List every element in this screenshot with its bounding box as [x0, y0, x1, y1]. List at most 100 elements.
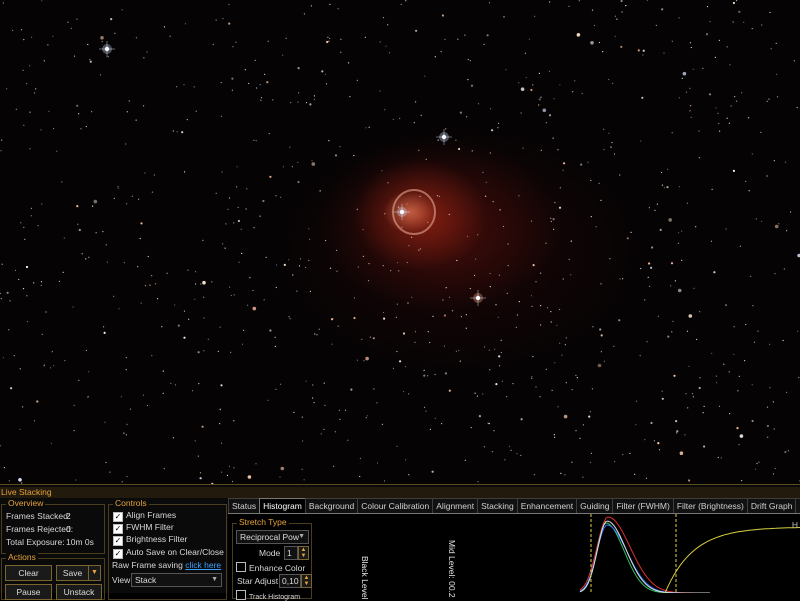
star	[320, 433, 322, 435]
star	[356, 359, 358, 361]
star	[8, 480, 10, 482]
star	[99, 74, 102, 76]
star	[531, 377, 533, 379]
star	[329, 37, 331, 40]
brightness-filter-checkbox[interactable]: ✓	[113, 536, 123, 546]
star	[693, 287, 695, 289]
star	[293, 411, 295, 413]
star	[429, 341, 431, 344]
enhance-color-row[interactable]: Enhance Color	[236, 562, 305, 573]
star	[782, 339, 784, 342]
tab-filter-brightness[interactable]: Filter (Brightness)	[672, 498, 748, 513]
panel-title: Live Stacking	[0, 487, 800, 498]
star	[323, 428, 325, 430]
auto-save-row[interactable]: ✓ Auto Save on Clear/Close	[113, 547, 224, 559]
star	[125, 143, 127, 145]
star	[113, 197, 115, 199]
star	[580, 163, 583, 166]
star	[766, 424, 770, 428]
star	[93, 199, 98, 204]
star	[448, 296, 451, 298]
save-dropdown-button[interactable]: ▼	[88, 565, 101, 581]
star	[774, 224, 779, 229]
star	[423, 369, 425, 371]
tab-drift-graph[interactable]: Drift Graph	[746, 498, 797, 513]
star	[348, 62, 350, 64]
star	[219, 408, 221, 410]
tab-log[interactable]: Log	[795, 498, 800, 513]
star	[690, 46, 692, 49]
tab-guiding[interactable]: Guiding	[576, 498, 614, 513]
save-button[interactable]: Save	[56, 565, 89, 581]
unstack-button[interactable]: Unstack	[56, 584, 102, 600]
star-adjust-input[interactable]: 0,10	[279, 574, 301, 588]
star	[441, 14, 444, 17]
tab-histogram[interactable]: Histogram	[259, 498, 306, 513]
star	[403, 391, 405, 393]
stretch-type-select[interactable]: Reciprocal Pow ▼	[236, 530, 309, 544]
pause-button[interactable]: Pause	[5, 584, 52, 600]
star	[197, 455, 199, 457]
tab-status[interactable]: Status	[228, 498, 261, 513]
star	[752, 305, 754, 307]
histogram-plot[interactable]	[320, 514, 800, 593]
star	[215, 19, 217, 21]
auto-save-checkbox[interactable]: ✓	[113, 549, 123, 559]
star	[280, 196, 282, 198]
star-adjust-stepper[interactable]: ▲ ▼	[301, 574, 312, 588]
tab-filter-fwhm[interactable]: Filter (FWHM)	[612, 498, 674, 513]
mode-stepper[interactable]: ▲ ▼	[298, 546, 309, 560]
star	[520, 454, 522, 457]
enhance-color-checkbox[interactable]	[236, 562, 246, 572]
star	[745, 323, 747, 326]
star	[551, 389, 553, 391]
mode-input[interactable]: 1	[284, 546, 298, 560]
stacked-image-viewer[interactable]	[0, 0, 800, 484]
star	[535, 386, 537, 388]
tab-background[interactable]: Background	[304, 498, 359, 513]
star	[719, 130, 721, 132]
star	[471, 150, 473, 152]
star	[135, 119, 137, 121]
tab-colour-calibration[interactable]: Colour Calibration	[357, 498, 434, 513]
star	[766, 406, 769, 408]
fwhm-filter-checkbox[interactable]: ✓	[113, 524, 123, 534]
star	[201, 425, 204, 428]
star	[591, 388, 594, 390]
star	[560, 472, 562, 474]
star	[328, 40, 330, 42]
frames-rejected-row: Frames Rejected: 0	[6, 524, 73, 534]
star	[117, 187, 119, 189]
stretch-curve	[664, 527, 800, 593]
star	[482, 171, 484, 173]
raw-frame-saving-link[interactable]: click here	[185, 560, 221, 570]
star	[238, 261, 240, 263]
tab-stacking[interactable]: Stacking	[477, 498, 518, 513]
star	[522, 147, 524, 149]
view-select[interactable]: Stack ▼	[131, 573, 222, 587]
star	[554, 436, 556, 438]
star	[226, 474, 229, 476]
clear-button[interactable]: Clear	[5, 565, 52, 581]
star	[365, 356, 369, 361]
star	[131, 195, 133, 197]
star	[730, 105, 732, 107]
star	[383, 480, 386, 482]
align-frames-checkbox[interactable]: ✓	[113, 512, 123, 522]
star	[640, 267, 642, 270]
tab-alignment[interactable]: Alignment	[432, 498, 479, 513]
align-frames-row[interactable]: ✓ Align Frames	[113, 510, 176, 522]
brightness-filter-row[interactable]: ✓ Brightness Filter	[113, 534, 187, 546]
star	[575, 374, 577, 376]
star	[756, 462, 758, 465]
star	[653, 440, 656, 442]
star	[690, 105, 692, 107]
tab-enhancement[interactable]: Enhancement	[516, 498, 578, 513]
star	[434, 56, 436, 58]
fwhm-filter-row[interactable]: ✓ FWHM Filter	[113, 522, 174, 534]
star	[241, 343, 244, 345]
star	[269, 329, 272, 332]
star	[784, 161, 787, 163]
star	[592, 326, 594, 328]
star	[689, 110, 691, 112]
